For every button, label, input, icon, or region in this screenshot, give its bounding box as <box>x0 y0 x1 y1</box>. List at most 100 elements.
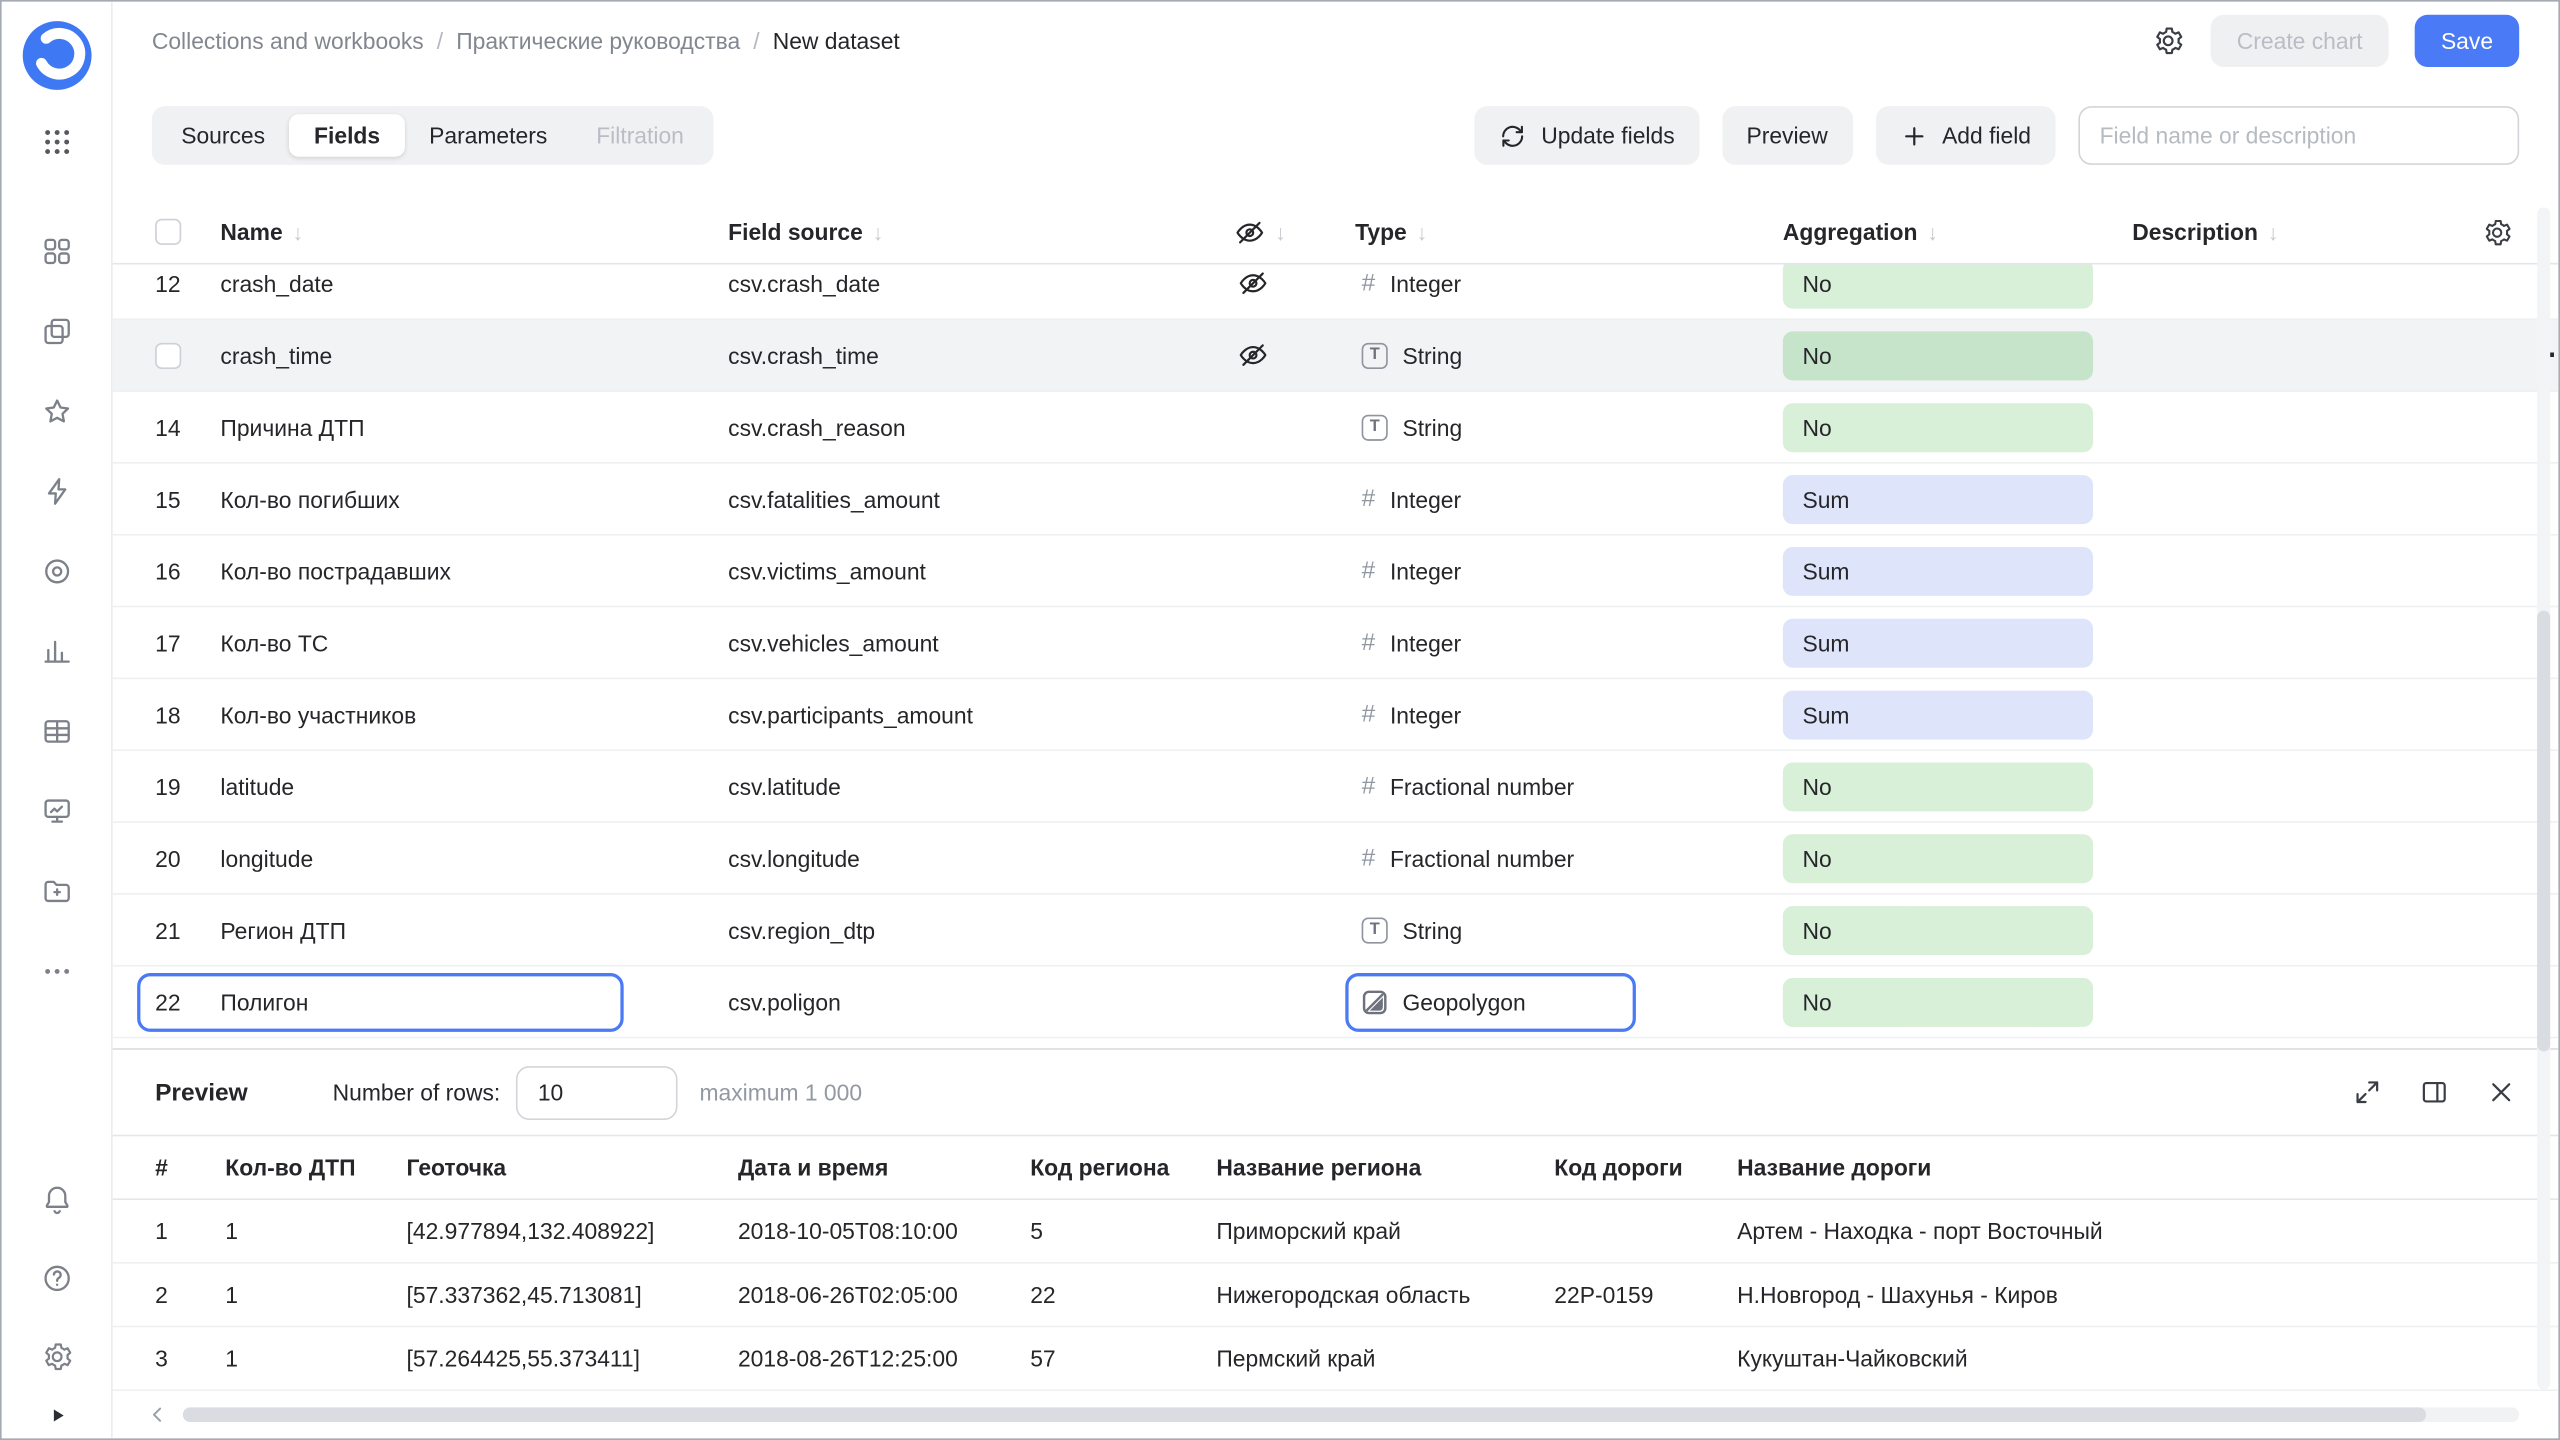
field-type-select[interactable]: TString <box>1355 414 1783 440</box>
notifications-bell-icon[interactable] <box>40 1184 73 1217</box>
dataset-settings-gear-icon[interactable] <box>2152 24 2185 57</box>
field-name[interactable]: Кол-во погибших <box>220 486 728 512</box>
aggregation-select[interactable]: No <box>1783 833 2093 882</box>
field-type-select[interactable]: TString <box>1355 917 1783 943</box>
row-checkbox[interactable] <box>155 342 181 368</box>
favorites-star-icon[interactable] <box>40 395 73 428</box>
field-row[interactable]: 20 longitude csv.longitude #Fractional n… <box>113 823 2559 895</box>
type-icon: # <box>1362 485 1376 513</box>
aggregation-select[interactable]: No <box>1783 762 2093 811</box>
field-name[interactable]: Регион ДТП <box>220 917 728 943</box>
tab-sources[interactable]: Sources <box>157 114 290 156</box>
datalens-logo-icon[interactable] <box>19 18 94 93</box>
field-type-select[interactable]: #Integer <box>1355 485 1783 513</box>
dashboards-icon[interactable] <box>40 235 73 268</box>
number-of-rows-input[interactable] <box>517 1065 679 1119</box>
column-header-type[interactable]: Type↓ <box>1355 219 1783 245</box>
field-type-select[interactable]: TString <box>1355 342 1783 368</box>
field-type-select[interactable]: #Fractional number <box>1355 844 1783 872</box>
field-type-select[interactable]: #Integer <box>1355 557 1783 585</box>
column-header-hidden[interactable]: ↓ <box>1234 216 1355 247</box>
field-row[interactable]: 12 crash_date csv.crash_date #Integer No… <box>113 264 2559 320</box>
tab-parameters[interactable]: Parameters <box>405 114 572 156</box>
charts-icon[interactable] <box>40 635 73 668</box>
add-field-label: Add field <box>1942 122 2031 148</box>
expand-preview-icon[interactable] <box>2353 1078 2382 1107</box>
field-row[interactable]: 18 Кол-во участников csv.participants_am… <box>113 679 2559 751</box>
field-type-select[interactable]: #Fractional number <box>1355 772 1783 800</box>
hscroll-track[interactable] <box>183 1407 2519 1422</box>
field-name[interactable]: Кол-во пострадавших <box>220 558 728 584</box>
save-button[interactable]: Save <box>2415 15 2519 67</box>
aggregation-select[interactable]: Sum <box>1783 546 2093 595</box>
help-icon[interactable] <box>40 1262 73 1295</box>
breadcrumb-current: New dataset <box>773 28 900 54</box>
tab-fields[interactable]: Fields <box>290 114 405 156</box>
field-row[interactable]: 17 Кол-во ТС csv.vehicles_amount #Intege… <box>113 607 2559 679</box>
close-preview-icon[interactable] <box>2487 1078 2516 1107</box>
select-all-checkbox[interactable] <box>155 219 181 245</box>
field-type-select[interactable]: #Integer <box>1355 700 1783 728</box>
add-field-button[interactable]: Add field <box>1875 106 2055 165</box>
field-name[interactable]: Кол-во участников <box>220 701 728 727</box>
preview-column-header: # <box>155 1154 225 1180</box>
field-row[interactable]: 16 Кол-во пострадавших csv.victims_amoun… <box>113 536 2559 608</box>
field-source: csv.crash_time <box>728 342 1234 368</box>
expand-sidebar-icon[interactable] <box>43 1402 69 1428</box>
monitoring-target-icon[interactable] <box>40 555 73 588</box>
field-name[interactable]: Полигон <box>220 989 728 1015</box>
quick-actions-bolt-icon[interactable] <box>40 475 73 508</box>
datasets-table-icon[interactable] <box>40 715 73 748</box>
aggregation-select[interactable]: Sum <box>1783 474 2093 523</box>
aggregation-select[interactable]: No <box>1783 402 2093 451</box>
field-row[interactable]: 21 Регион ДТП csv.region_dtp TString No … <box>113 895 2559 967</box>
dock-panel-icon[interactable] <box>2420 1078 2449 1107</box>
column-header-field-source[interactable]: Field source↓ <box>728 219 1234 245</box>
field-type-select[interactable]: #Integer <box>1355 629 1783 657</box>
scroll-left-chevron-icon[interactable] <box>145 1402 169 1426</box>
field-type-select[interactable]: Geopolygon <box>1355 989 1783 1015</box>
apps-grid-icon[interactable] <box>40 126 73 159</box>
top-bar: Collections and workbooks / Практические… <box>113 2 2559 80</box>
preview-cell: 22Р-0159 <box>1554 1282 1737 1308</box>
editor-monitor-icon[interactable] <box>40 795 73 828</box>
field-name[interactable]: Кол-во ТС <box>220 629 728 655</box>
create-chart-button[interactable]: Create chart <box>2211 15 2389 67</box>
collections-icon[interactable] <box>40 315 73 348</box>
update-fields-button[interactable]: Update fields <box>1474 106 1699 165</box>
field-row[interactable]: 19 latitude csv.latitude #Fractional num… <box>113 751 2559 823</box>
tab-filtration[interactable]: Filtration <box>572 114 709 156</box>
field-row[interactable]: crash_time csv.crash_time TString No ⋯ <box>113 320 2559 392</box>
hscroll-thumb[interactable] <box>183 1407 2426 1422</box>
more-ellipsis-icon[interactable] <box>40 955 73 988</box>
field-row[interactable]: 14 Причина ДТП csv.crash_reason TString … <box>113 392 2559 464</box>
aggregation-select[interactable]: Sum <box>1783 690 2093 739</box>
vscroll-thumb[interactable] <box>2537 611 2550 1052</box>
field-row[interactable]: 15 Кол-во погибших csv.fatalities_amount… <box>113 464 2559 536</box>
settings-gear-icon[interactable] <box>40 1340 73 1373</box>
field-name[interactable]: crash_date <box>220 270 728 296</box>
column-header-description[interactable]: Description↓ <box>2132 219 2467 245</box>
eye-off-icon <box>1234 216 1265 247</box>
field-name[interactable]: Причина ДТП <box>220 414 728 440</box>
table-settings-gear-icon[interactable] <box>2482 216 2513 247</box>
aggregation-select[interactable]: No <box>1783 331 2093 380</box>
column-header-name[interactable]: Name↓ <box>220 219 728 245</box>
preview-toggle-button[interactable]: Preview <box>1722 106 1852 165</box>
field-name[interactable]: longitude <box>220 845 728 871</box>
column-header-aggregation[interactable]: Aggregation↓ <box>1783 219 2132 245</box>
type-icon: # <box>1362 772 1376 800</box>
aggregation-select[interactable]: No <box>1783 977 2093 1026</box>
field-row[interactable]: 22 Полигон csv.poligon Geopolygon No ⋯ <box>113 967 2559 1039</box>
storage-folder-icon[interactable] <box>40 875 73 908</box>
field-search-input[interactable] <box>2078 106 2519 165</box>
aggregation-select[interactable]: No <box>1783 264 2093 307</box>
aggregation-select[interactable]: Sum <box>1783 618 2093 667</box>
breadcrumb-workbook[interactable]: Практические руководства <box>456 28 740 54</box>
breadcrumb-collections[interactable]: Collections and workbooks <box>152 28 424 54</box>
aggregation-select[interactable]: No <box>1783 905 2093 954</box>
field-name[interactable]: latitude <box>220 773 728 799</box>
field-name[interactable]: crash_time <box>220 342 728 368</box>
preview-cell: 57 <box>1030 1345 1216 1371</box>
field-type-select[interactable]: #Integer <box>1355 269 1783 297</box>
